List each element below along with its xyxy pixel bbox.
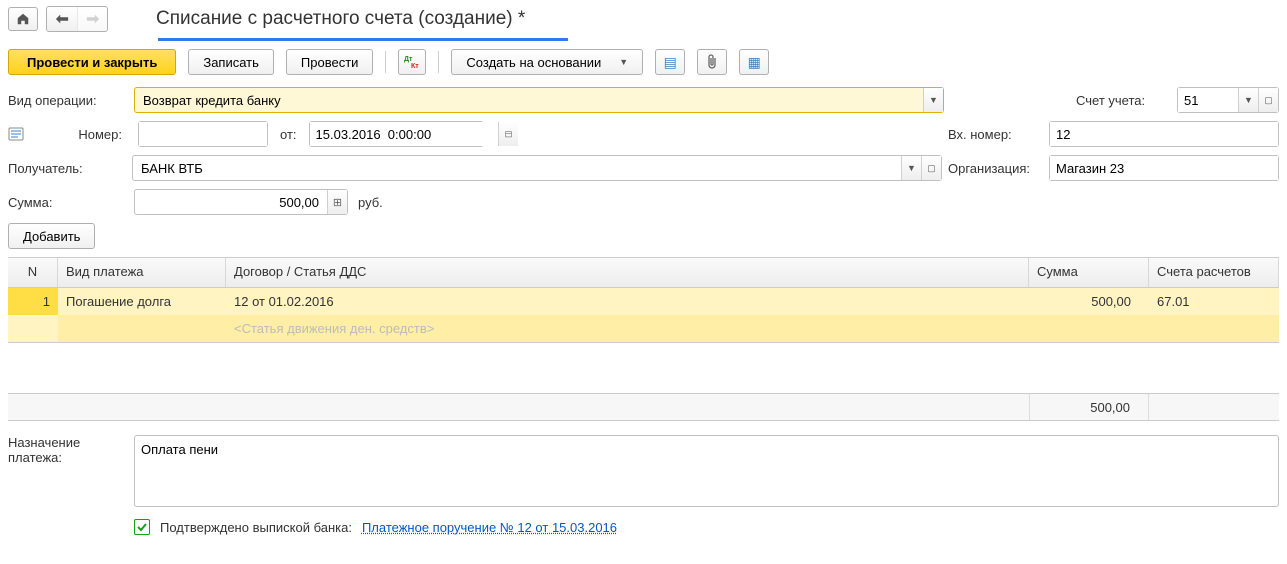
report-button[interactable]: ▤ [655,49,685,75]
number-input[interactable] [139,122,267,146]
account-combo[interactable]: ▼ ▢ [1177,87,1279,113]
calendar-icon [505,128,512,140]
table-row[interactable]: <Статья движения ден. средств> [8,315,1279,342]
number-field[interactable] [138,121,268,147]
combo-dropdown-button[interactable]: ▼ [1238,88,1258,112]
incoming-number-label: Вх. номер: [948,127,1043,142]
home-icon [16,12,30,26]
confirmed-label: Подтверждено выпиской банка: [160,520,352,535]
organization-input[interactable] [1050,156,1278,180]
purpose-label: Назначение платежа: [8,435,128,507]
combo-open-button[interactable]: ▢ [1258,88,1278,112]
page-title: Списание с расчетного счета (создание) * [156,8,525,30]
date-label: от: [280,127,297,142]
payment-order-link[interactable]: Платежное поручение № 12 от 15.03.2016 [362,520,617,535]
combo-open-button[interactable]: ▢ [921,156,941,180]
back-button[interactable] [47,7,77,31]
arrow-right-icon [86,13,100,25]
table-header: N Вид платежа Договор / Статья ДДС Сумма… [8,258,1279,288]
recipient-combo[interactable]: ▼ ▢ [132,155,942,181]
calculator-button[interactable]: ⊞ [327,190,347,214]
th-accounts[interactable]: Счета расчетов [1149,258,1279,287]
recipient-input[interactable] [133,161,901,176]
cell-account[interactable]: 67.01 [1149,288,1279,315]
home-button[interactable] [8,7,38,31]
confirmed-checkbox[interactable] [134,519,150,535]
combo-dropdown-button[interactable]: ▼ [923,88,943,112]
organization-combo[interactable] [1049,155,1279,181]
forward-button[interactable] [77,7,107,31]
dt-kt-button[interactable]: Дт Кт [398,49,426,75]
th-payment-type[interactable]: Вид платежа [58,258,226,287]
account-label: Счет учета: [1076,93,1171,108]
recipient-label: Получатель: [8,161,126,176]
list-button[interactable]: ▦ [739,49,769,75]
add-row-button[interactable]: Добавить [8,223,95,249]
cell-dds-placeholder[interactable]: <Статья движения ден. средств> [226,315,1029,342]
purpose-textarea[interactable] [134,435,1279,507]
date-field[interactable] [309,121,484,147]
document-icon: ▤ [664,54,677,71]
number-label: Номер: [34,127,132,142]
sum-unit: руб. [358,195,383,210]
combo-dropdown-button[interactable]: ▼ [901,156,921,180]
post-and-close-button[interactable]: Провести и закрыть [8,49,176,75]
cell-payment-type[interactable]: Погашение долга [58,288,226,315]
list-icon: ▦ [748,54,761,71]
check-icon [136,521,148,533]
incoming-number-field[interactable] [1049,121,1279,147]
svg-text:Дт: Дт [404,56,413,63]
title-underline [158,38,568,41]
create-based-button[interactable]: Создать на основании ▼ [451,49,643,75]
cell-row-number: 1 [8,288,58,315]
document-icon [8,127,24,141]
table-totals: 500,00 [8,393,1279,421]
calculator-icon: ⊞ [333,196,342,209]
th-sum[interactable]: Сумма [1029,258,1149,287]
sum-input[interactable] [135,195,327,210]
cell-contract[interactable]: 12 от 01.02.2016 [226,288,1029,315]
payments-table: N Вид платежа Договор / Статья ДДС Сумма… [8,257,1279,343]
arrow-left-icon [55,13,69,25]
date-input[interactable] [310,122,498,146]
svg-text:Кт: Кт [411,63,419,70]
account-input[interactable] [1178,88,1238,112]
dt-kt-icon: Дт Кт [403,54,421,70]
save-button[interactable]: Записать [188,49,274,75]
operation-type-label: Вид операции: [8,93,128,108]
sum-field[interactable]: ⊞ [134,189,348,215]
operation-type-combo[interactable]: ▼ [134,87,944,113]
operation-type-input[interactable] [135,93,923,108]
table-row[interactable]: 1 Погашение долга 12 от 01.02.2016 500,0… [8,288,1279,315]
organization-label: Организация: [948,161,1043,176]
total-sum: 500,00 [1029,394,1149,420]
calendar-button[interactable] [498,122,518,146]
paperclip-icon [706,54,718,70]
attach-button[interactable] [697,49,727,75]
th-n[interactable]: N [8,258,58,287]
cell-sum[interactable]: 500,00 [1029,288,1149,315]
sum-label: Сумма: [8,195,128,210]
caret-down-icon: ▼ [619,57,628,67]
post-button[interactable]: Провести [286,49,374,75]
th-contract[interactable]: Договор / Статья ДДС [226,258,1029,287]
incoming-number-input[interactable] [1050,122,1278,146]
